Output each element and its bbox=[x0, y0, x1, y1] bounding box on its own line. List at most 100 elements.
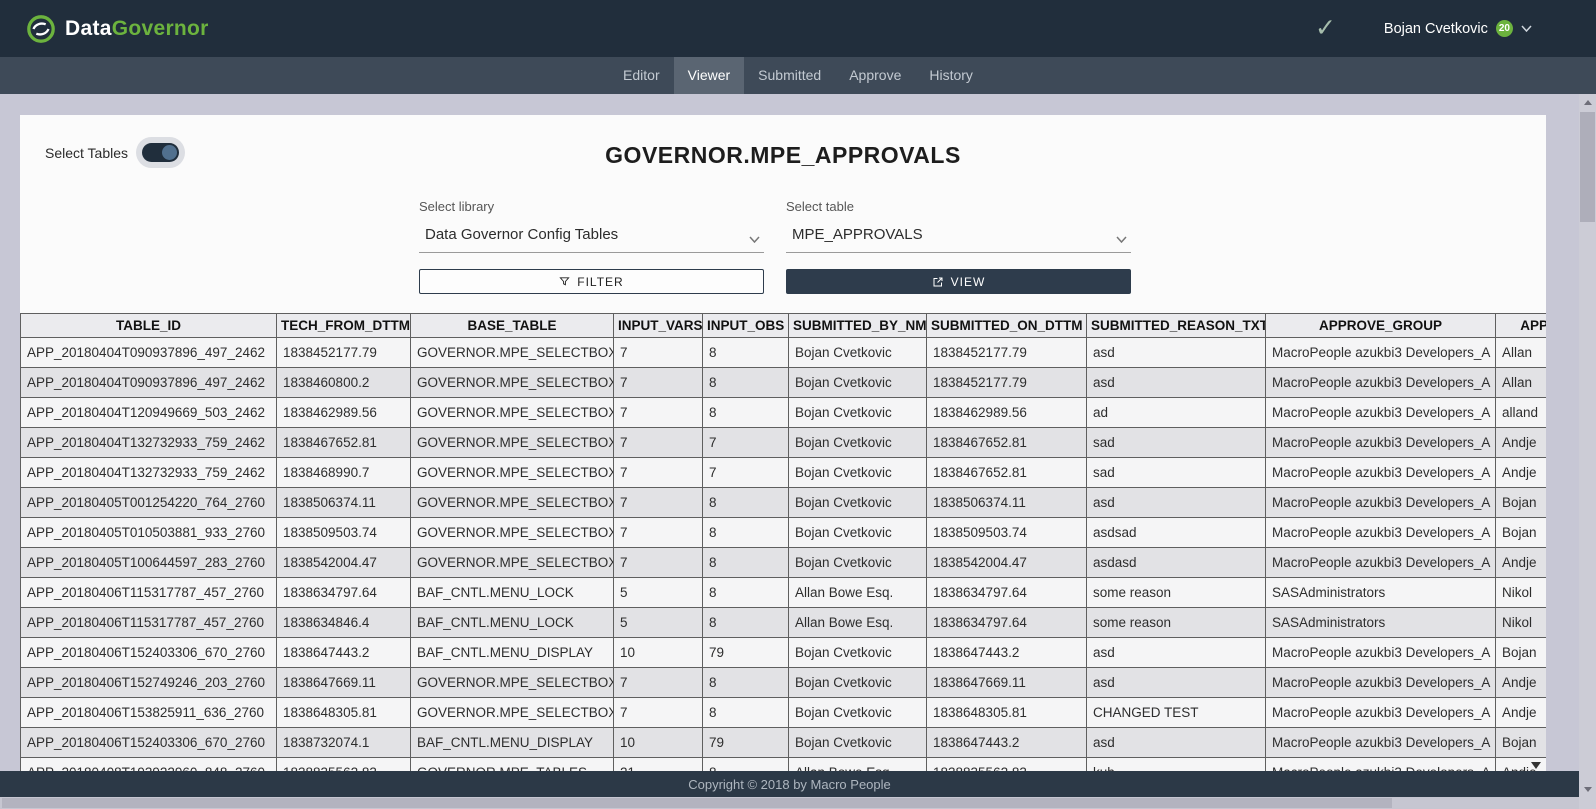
table-cell: sad bbox=[1087, 428, 1266, 458]
table-select-value: MPE_APPROVALS bbox=[792, 226, 923, 243]
table-row: APP_20180406T115317787_457_2760183863484… bbox=[21, 608, 1547, 638]
user-menu[interactable]: Bojan Cvetkovic 20 bbox=[1384, 20, 1532, 37]
table-cell: MacroPeople azukbi3 Developers_A bbox=[1266, 398, 1496, 428]
table-cell: asd bbox=[1087, 488, 1266, 518]
view-icon bbox=[932, 276, 944, 288]
table-cell: MacroPeople azukbi3 Developers_A bbox=[1266, 368, 1496, 398]
page-title: GOVERNOR.MPE_APPROVALS bbox=[20, 142, 1546, 169]
column-header[interactable]: APPROVE_GROUP bbox=[1266, 314, 1496, 338]
vertical-scrollbar[interactable] bbox=[1579, 94, 1596, 797]
view-button[interactable]: VIEW bbox=[786, 269, 1131, 294]
table-cell: asdasd bbox=[1087, 548, 1266, 578]
chevron-down-icon bbox=[1116, 230, 1127, 247]
table-cell: 8 bbox=[703, 338, 789, 368]
table-row: APP_20180406T152749246_203_2760183864766… bbox=[21, 668, 1547, 698]
column-header[interactable]: SUBMITTED_BY_NM bbox=[789, 314, 927, 338]
table-cell: GOVERNOR.MPE_SELECTBOX bbox=[411, 458, 614, 488]
table-cell: MacroPeople azukbi3 Developers_A bbox=[1266, 638, 1496, 668]
column-header[interactable]: APPROVED_BY_NM bbox=[1496, 314, 1547, 338]
table-cell: 1838462989.56 bbox=[927, 398, 1087, 428]
check-icon[interactable]: ✓ bbox=[1315, 16, 1336, 41]
table-row: APP_20180404T120949669_503_2462 183846298… bbox=[21, 398, 1547, 428]
table-cell: Allan Bowe Esq. bbox=[789, 578, 927, 608]
table-cell: MacroPeople azukbi3 Developers_A bbox=[1266, 338, 1496, 368]
column-header[interactable]: TABLE_ID bbox=[21, 314, 277, 338]
column-header[interactable]: SUBMITTED_ON_DTTM bbox=[927, 314, 1087, 338]
table-row: APP_20180406T115317787_457_2760183863479… bbox=[21, 578, 1547, 608]
table-cell: Bojan Cvetkovic bbox=[789, 518, 927, 548]
scroll-down-icon[interactable] bbox=[1579, 781, 1596, 797]
data-table: TABLE_IDTECH_FROM_DTTMBASE_TABLEINPUT_VA… bbox=[20, 313, 1546, 788]
table-cell: APP_20180404T120949669_503_2462 bbox=[21, 398, 277, 428]
table-cell: 7 bbox=[614, 428, 703, 458]
tab-editor[interactable]: Editor bbox=[609, 57, 674, 94]
library-select[interactable]: Data Governor Config Tables bbox=[419, 224, 764, 253]
table-cell: BAF_CNTL.MENU_DISPLAY bbox=[411, 638, 614, 668]
table-cell: 1838647443.2 bbox=[927, 638, 1087, 668]
table-cell: GOVERNOR.MPE_SELECTBOX bbox=[411, 398, 614, 428]
table-cell: Bojan Cvetkovic bbox=[789, 698, 927, 728]
table-cell: Bojan bbox=[1496, 518, 1547, 548]
table-cell: Andje bbox=[1496, 428, 1547, 458]
table-cell: APP_20180406T152403306_670_2760 bbox=[21, 728, 277, 758]
column-header[interactable]: INPUT_VARS bbox=[614, 314, 703, 338]
table-cell: asd bbox=[1087, 728, 1266, 758]
table-cell: Bojan Cvetkovic bbox=[789, 368, 927, 398]
table-cell: sad bbox=[1087, 458, 1266, 488]
table-select[interactable]: MPE_APPROVALS bbox=[786, 224, 1131, 253]
table-cell: Bojan bbox=[1496, 728, 1547, 758]
table-scroll-down-icon[interactable] bbox=[1531, 762, 1541, 769]
table-cell: 1838467652.81 bbox=[277, 428, 411, 458]
table-cell: APP_20180404T090937896_497_2462 bbox=[21, 338, 277, 368]
table-cell: GOVERNOR.MPE_SELECTBOX bbox=[411, 488, 614, 518]
column-header[interactable]: INPUT_OBS bbox=[703, 314, 789, 338]
table-cell: 8 bbox=[703, 578, 789, 608]
table-row: APP_20180404T132732933_759_2462183846765… bbox=[21, 428, 1547, 458]
table-cell: 1838460800.2 bbox=[277, 368, 411, 398]
table-cell: 1838509503.74 bbox=[927, 518, 1087, 548]
filter-button[interactable]: FILTER bbox=[419, 269, 764, 294]
column-header[interactable]: BASE_TABLE bbox=[411, 314, 614, 338]
table-cell: some reason bbox=[1087, 578, 1266, 608]
table-cell: Allan bbox=[1496, 368, 1547, 398]
table-cell: 1838467652.81 bbox=[927, 458, 1087, 488]
table-row: APP_20180404T090937896_497_2462183845217… bbox=[21, 338, 1547, 368]
table-cell: APP_20180404T132732933_759_2462 bbox=[21, 458, 277, 488]
table-cell: GOVERNOR.MPE_SELECTBOX bbox=[411, 548, 614, 578]
tab-history[interactable]: History bbox=[915, 57, 987, 94]
chevron-down-icon bbox=[749, 230, 760, 247]
table-cell: asd bbox=[1087, 668, 1266, 698]
chevron-down-icon bbox=[1521, 25, 1532, 32]
scroll-up-icon[interactable] bbox=[1579, 94, 1596, 110]
table-cell: Bojan Cvetkovic bbox=[789, 548, 927, 578]
table-cell: GOVERNOR.MPE_SELECTBOX bbox=[411, 338, 614, 368]
table-cell: ad bbox=[1087, 398, 1266, 428]
table-cell: APP_20180405T010503881_933_2760 bbox=[21, 518, 277, 548]
table-cell: 8 bbox=[703, 368, 789, 398]
table-cell: Bojan Cvetkovic bbox=[789, 728, 927, 758]
table-cell: MacroPeople azukbi3 Developers_A bbox=[1266, 728, 1496, 758]
table-cell: 79 bbox=[703, 638, 789, 668]
table-cell: Andje bbox=[1496, 458, 1547, 488]
app-logo[interactable]: DataGovernor bbox=[26, 14, 209, 44]
tab-approve[interactable]: Approve bbox=[835, 57, 915, 94]
horizontal-scrollbar-thumb[interactable] bbox=[2, 798, 1392, 808]
table-cell: 1838452177.79 bbox=[277, 338, 411, 368]
app-title: DataGovernor bbox=[65, 17, 209, 41]
table-select-label: Select table bbox=[786, 199, 1131, 214]
table-cell: 1838647443.2 bbox=[927, 728, 1087, 758]
topbar-right: ✓ Bojan Cvetkovic 20 bbox=[1315, 16, 1532, 41]
horizontal-scrollbar[interactable] bbox=[0, 797, 1579, 809]
table-cell: 5 bbox=[614, 578, 703, 608]
table-cell: MacroPeople azukbi3 Developers_A bbox=[1266, 548, 1496, 578]
table-cell: 8 bbox=[703, 398, 789, 428]
table-cell: 8 bbox=[703, 488, 789, 518]
tab-viewer[interactable]: Viewer bbox=[674, 57, 745, 94]
column-header[interactable]: SUBMITTED_REASON_TXT bbox=[1087, 314, 1266, 338]
column-header[interactable]: TECH_FROM_DTTM bbox=[277, 314, 411, 338]
main-nav: Editor Viewer Submitted Approve History bbox=[0, 57, 1596, 94]
table-cell: asd bbox=[1087, 368, 1266, 398]
table-cell: APP_20180406T152403306_670_2760 bbox=[21, 638, 277, 668]
tab-submitted[interactable]: Submitted bbox=[744, 57, 835, 94]
vertical-scrollbar-thumb[interactable] bbox=[1580, 112, 1595, 222]
